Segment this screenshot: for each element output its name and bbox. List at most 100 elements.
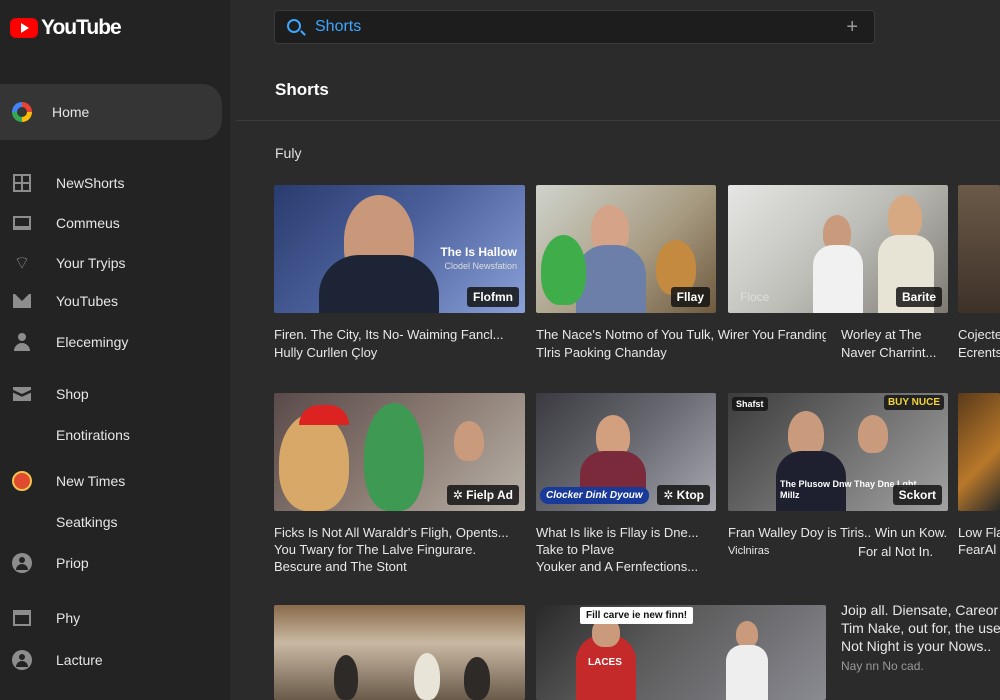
search-bar[interactable]: + <box>274 10 875 44</box>
sidebar-item-newshorts[interactable]: NewShorts <box>0 163 222 203</box>
video-title[interactable]: Ficks Is Not All Waraldr's Fligh, Opents… <box>274 524 525 541</box>
video-meta: Take to Plave <box>536 542 615 557</box>
video-card[interactable]: LACES Fill carve ie new finn! <box>536 605 826 700</box>
divider <box>236 120 1000 121</box>
video-badge: Barite <box>895 287 942 307</box>
sidebar-item-youtubes[interactable]: YouTubes <box>0 281 222 321</box>
sidebar-item-label: Enotirations <box>56 427 130 443</box>
video-meta: Hully Curllen Çloy <box>274 345 378 360</box>
sidebar-item-enotirations[interactable]: Enotirations <box>0 415 222 455</box>
sidebar-item-label: Phy <box>56 610 81 626</box>
user-circle-icon <box>12 553 32 573</box>
video-thumbnail[interactable] <box>958 393 1000 511</box>
sidebar-item-phy[interactable]: Phy <box>0 598 222 638</box>
grid-icon <box>12 173 32 193</box>
video-thumbnail[interactable]: The Is Hallow Clodel Newsfation Flofmn <box>274 185 525 313</box>
video-badge: ✲ Fielp Ad <box>446 485 519 505</box>
sidebar-item-new-times[interactable]: New Times <box>0 461 222 501</box>
envelope-icon <box>12 384 32 404</box>
video-meta: Not Night is your Nows.. <box>841 638 992 654</box>
thumbnail-subtitle: Clodel Newsfation <box>444 261 517 271</box>
thumbnail-banner: Fill carve ie new finn! <box>580 607 694 624</box>
video-thumbnail[interactable]: Shafst BUY NUCE The Plusow Dnw Thay Dne … <box>728 393 948 511</box>
video-badge: Flofmn <box>467 287 519 307</box>
video-badge: Fllay <box>670 287 710 307</box>
video-thumbnail[interactable]: Fllay <box>536 185 716 313</box>
video-title[interactable]: Low Fla <box>958 524 1000 541</box>
store-icon <box>12 608 32 628</box>
sidebar-item-priop[interactable]: Priop <box>0 543 222 583</box>
video-title[interactable]: Cojecte <box>958 326 1000 343</box>
sidebar-item-label: New Times <box>56 473 126 489</box>
logo-text: YouTube <box>41 16 122 39</box>
google-icon <box>12 102 32 122</box>
thumbnail-title: The Is Hallow <box>440 245 517 259</box>
wifi-icon: ⌔ <box>13 253 31 273</box>
video-title[interactable]: What Is like is Fllay is Dne... <box>536 524 716 541</box>
video-card[interactable] <box>274 605 525 700</box>
video-title[interactable]: Joip all. Diensate, Careor th <box>841 602 1000 619</box>
plus-icon[interactable]: + <box>846 17 858 37</box>
sidebar: YouTube Home NewShorts Commeus ⌔ Your Tr… <box>0 0 230 700</box>
jersey-text: LACES <box>588 657 622 668</box>
video-card[interactable]: Low Fla FearAl i <box>958 393 1000 578</box>
sidebar-item-label: Seatkings <box>56 514 118 530</box>
sidebar-item-label: Commeus <box>56 215 120 231</box>
video-meta: FearAl i <box>958 542 1000 557</box>
sidebar-item-label: Your Tryips <box>56 255 126 271</box>
sidebar-item-label: Shop <box>56 386 89 402</box>
video-title[interactable]: Worley at The <box>841 326 971 343</box>
video-card[interactable]: Cojecte Ecrents <box>958 185 1000 360</box>
video-thumbnail[interactable] <box>958 185 1000 313</box>
thumbnail-banner: Clocker Dink Dyouw <box>540 487 649 504</box>
red-badge-icon <box>12 471 32 491</box>
video-thumbnail[interactable] <box>274 605 525 700</box>
sidebar-item-label: Elecemingy <box>56 334 129 350</box>
search-icon[interactable] <box>287 19 301 33</box>
sidebar-item-home[interactable]: Home <box>0 84 222 140</box>
video-card[interactable]: The Is Hallow Clodel Newsfation Flofmn F… <box>274 185 525 360</box>
person-icon <box>12 332 32 352</box>
sidebar-item-lacture[interactable]: Lacture <box>0 640 222 680</box>
video-title[interactable]: Firen. The City, Its No- Waiming Fancl..… <box>274 326 525 343</box>
sidebar-item-seatkings[interactable]: Seatkings <box>0 502 222 542</box>
monitor-icon <box>12 213 32 233</box>
video-thumbnail[interactable]: Floce Barite <box>728 185 948 313</box>
search-input[interactable] <box>315 17 835 37</box>
video-thumbnail[interactable]: LACES Fill carve ie new finn! <box>536 605 826 700</box>
video-meta: You Twary for The Lalve Fingurare. <box>274 542 477 557</box>
page-title: Shorts <box>275 80 329 99</box>
video-meta: Ecrents <box>958 345 1000 360</box>
video-meta: Naver Charrint... <box>841 345 937 360</box>
sidebar-item-elecemingy[interactable]: Elecemingy <box>0 322 222 362</box>
app-window: YouTube Home NewShorts Commeus ⌔ Your Tr… <box>0 0 1000 700</box>
sidebar-item-your-tryips[interactable]: ⌔ Your Tryips <box>0 243 222 283</box>
video-thumbnail[interactable]: Clocker Dink Dyouw ✲ Ktop <box>536 393 716 511</box>
video-badge-left: Floce <box>740 290 770 304</box>
mail-icon <box>12 291 32 311</box>
sidebar-item-commeus[interactable]: Commeus <box>0 203 222 243</box>
sidebar-item-label: NewShorts <box>56 175 125 191</box>
video-badge: ✲ Ktop <box>657 485 710 505</box>
video-badge-top-right: BUY NUCE <box>883 395 944 410</box>
sidebar-item-label: Lacture <box>56 652 103 668</box>
video-card[interactable]: Clocker Dink Dyouw ✲ Ktop What Is like i… <box>536 393 716 578</box>
video-title[interactable]: Fran Walley Doy is Tiris.. Win un Kow... <box>728 524 948 541</box>
video-card[interactable]: ✲ Fielp Ad Ficks Is Not All Waraldr's Fl… <box>274 393 525 578</box>
sidebar-item-shop[interactable]: Shop <box>0 374 222 414</box>
video-thumbnail[interactable]: ✲ Fielp Ad <box>274 393 525 511</box>
video-meta: Viclniras <box>728 545 770 557</box>
sidebar-item-label: YouTubes <box>56 293 119 309</box>
video-meta: Youker and A Fernfections... <box>536 559 699 574</box>
sidebar-item-label: Home <box>52 104 90 120</box>
youtube-play-icon <box>10 18 38 38</box>
video-badge: Sckort <box>892 485 942 505</box>
youtube-logo[interactable]: YouTube <box>10 16 122 40</box>
video-meta: Nay nn No cad. <box>841 659 924 673</box>
video-card[interactable]: Shafst BUY NUCE The Plusow Dnw Thay Dne … <box>728 393 948 578</box>
user-circle-icon <box>12 650 32 670</box>
video-badge-top-left: Shafst <box>732 397 768 411</box>
section-label: Fuly <box>275 145 302 161</box>
video-card[interactable]: Joip all. Diensate, Careor th Tim Nake, … <box>841 602 1000 700</box>
video-meta: Bescure and The Stont <box>274 559 407 574</box>
